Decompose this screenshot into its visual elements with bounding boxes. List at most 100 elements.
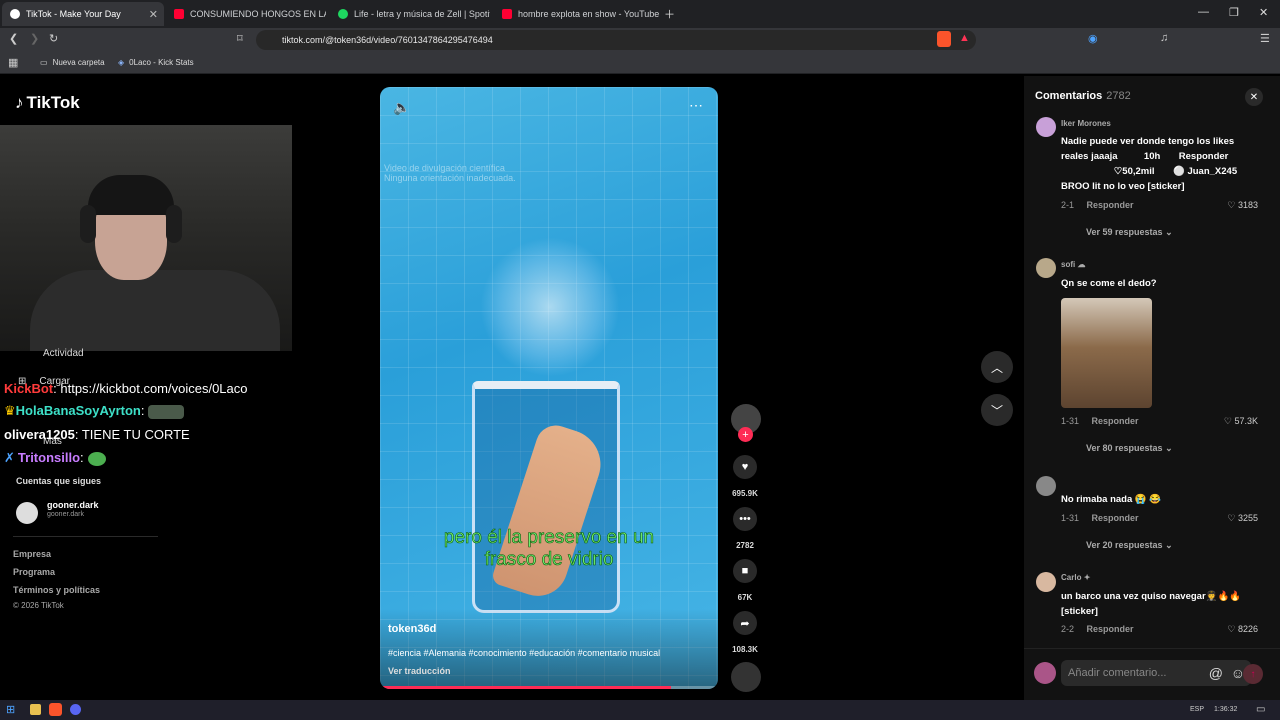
comment-like[interactable]: ♡ 3255 <box>1227 513 1258 524</box>
comment-input[interactable]: Añadir comentario... @ ☺ <box>1061 660 1251 686</box>
comment-like[interactable]: ♡ 3183 <box>1227 200 1258 211</box>
chat-message: ♛HolaBanaSoyAyrton: <box>4 403 185 419</box>
new-tab-icon[interactable]: ＋ <box>664 6 675 22</box>
comment-text-line: Qn se come el dedo? <box>1061 278 1157 289</box>
video-caption-line1: pero él la preservo en un <box>443 527 655 549</box>
reply-button[interactable]: Responder <box>1087 624 1134 634</box>
restore-icon[interactable]: ❐ <box>1229 6 1239 19</box>
share-button[interactable]: ➦ <box>733 611 757 635</box>
brave-rewards-icon[interactable]: ▲ <box>959 32 970 44</box>
back-icon[interactable]: ❮ <box>9 32 18 45</box>
send-button[interactable]: ↑ <box>1243 664 1263 684</box>
comment-text-line: Nadie puede ver donde tengo los likes <box>1061 136 1235 147</box>
comment-meta: 1-31 Responder <box>1061 513 1139 523</box>
bookmark-icon[interactable]: ⌑ <box>237 32 243 45</box>
streamer-webcam <box>0 125 292 351</box>
reply-button[interactable]: Responder <box>1087 200 1134 210</box>
footer-link-company[interactable]: Empresa <box>13 549 51 559</box>
tab-spotify[interactable]: Life - letra y música de Zell | Spotify <box>330 2 490 26</box>
previous-video-button[interactable]: ︿ <box>981 351 1013 383</box>
comment-like[interactable]: ♡ 8226 <box>1227 624 1258 635</box>
chat-separator: : <box>140 403 149 418</box>
pepe-emote-icon <box>87 451 106 466</box>
reply-button[interactable]: Responder <box>1092 513 1139 523</box>
url-field[interactable]: tiktok.com/@token36d/video/7601347864295… <box>256 30 976 50</box>
tab-youtube-1[interactable]: CONSUMIENDO HONGOS EN LAS SI <box>166 2 326 26</box>
close-tab-icon[interactable]: ✕ <box>149 8 158 21</box>
tab-tiktok[interactable]: TikTok - Make Your Day ✕ <box>2 2 164 26</box>
chevron-up-icon: ︿ <box>990 360 1003 375</box>
comment-username[interactable]: Carlo ✦ <box>1061 573 1090 582</box>
video-hashtags[interactable]: #ciencia #Alemania #conocimiento #educac… <box>388 648 660 658</box>
comment-username[interactable]: Iker Morones <box>1061 119 1111 128</box>
sidebar-item-activity[interactable]: Actividad <box>43 348 84 359</box>
clock[interactable]: 1:36:32 <box>1214 706 1237 713</box>
video-player[interactable]: Video de divulgación científica Ninguna … <box>380 87 718 689</box>
music-disc-icon[interactable] <box>731 662 761 692</box>
tab-title: Life - letra y música de Zell | Spotify <box>354 9 490 19</box>
brave-taskbar-icon[interactable] <box>49 703 62 716</box>
view-replies[interactable]: Ver 59 respuestas ⌄ <box>1086 227 1173 238</box>
view-replies-label: Ver 59 respuestas <box>1086 227 1163 237</box>
avatar[interactable] <box>1036 117 1056 137</box>
headphones-icon <box>80 205 96 243</box>
sound-icon[interactable]: ◉ <box>1088 32 1098 45</box>
video-progress-bar[interactable] <box>380 686 718 689</box>
copyright: © 2026 TikTok <box>13 601 64 610</box>
windows-start-icon[interactable]: ⊞ <box>6 703 15 716</box>
menu-icon[interactable]: ☰ <box>1260 32 1270 45</box>
file-explorer-icon[interactable] <box>30 704 41 715</box>
bookmark-folder[interactable]: ▭ Nueva carpeta <box>40 58 105 67</box>
kickstats-icon: ◈ <box>118 58 125 67</box>
save-button[interactable]: ■ <box>733 559 757 583</box>
avatar[interactable] <box>1036 476 1056 496</box>
footer-link-program[interactable]: Programa <box>13 567 55 577</box>
verified-icon: ✦ <box>1083 573 1091 582</box>
comment-username[interactable]: sofi ☁ <box>1061 260 1085 269</box>
media-icon[interactable]: ♫ <box>1160 32 1168 44</box>
discord-icon[interactable] <box>70 704 81 715</box>
forward-icon[interactable]: ❯ <box>30 32 39 45</box>
notifications-icon[interactable]: ▭ <box>1256 704 1265 715</box>
avatar[interactable] <box>1036 258 1056 278</box>
brave-shield-icon[interactable] <box>937 31 951 47</box>
bookmarks-bar: ▦ ▭ Nueva carpeta ◈ 0Laco - Kick Stats <box>0 52 1280 74</box>
comment-like[interactable]: ♡ 57.3K <box>1224 416 1258 427</box>
username-text: sofi <box>1061 260 1076 269</box>
view-replies[interactable]: Ver 20 respuestas ⌄ <box>1086 540 1173 551</box>
volume-icon[interactable]: 🔈 <box>393 99 410 116</box>
comment-like-count: 57.3K <box>1234 416 1258 426</box>
follow-plus-icon[interactable]: + <box>738 427 753 442</box>
translate-link[interactable]: Ver traducción <box>388 666 451 676</box>
next-video-button[interactable]: ﹀ <box>981 394 1013 426</box>
apps-grid-icon[interactable]: ▦ <box>8 56 18 69</box>
avatar[interactable] <box>1036 572 1056 592</box>
close-window-icon[interactable]: ✕ <box>1259 6 1268 19</box>
reply-button[interactable]: Responder <box>1092 416 1139 426</box>
comment-text-line: un barco una vez quiso navegar🧑‍✈️🔥🔥 <box>1061 591 1242 602</box>
close-comments-icon[interactable]: ✕ <box>1245 88 1263 106</box>
more-options-icon[interactable]: ⋯ <box>689 97 704 114</box>
tab-youtube-2[interactable]: hombre explota en show - YouTube <box>494 2 659 26</box>
comment-image-dog[interactable] <box>1061 298 1152 408</box>
comments-panel: Comentarios 2782 ✕ Iker Morones Nadie pue… <box>1024 76 1280 700</box>
like-button[interactable]: ♥ <box>733 455 757 479</box>
tab-title: TikTok - Make Your Day <box>26 9 121 19</box>
mention-icon[interactable]: @ <box>1209 665 1223 681</box>
bookmark-kickstats[interactable]: ◈ 0Laco - Kick Stats <box>118 58 194 67</box>
minimize-icon[interactable]: — <box>1198 6 1209 18</box>
tab-title: CONSUMIENDO HONGOS EN LAS SI <box>190 9 326 19</box>
view-replies-label: Ver 80 respuestas <box>1086 443 1163 453</box>
comment-icon: ••• <box>739 513 751 525</box>
video-author[interactable]: token36d <box>388 623 436 635</box>
reload-icon[interactable]: ↻ <box>49 32 58 45</box>
tiktok-logo[interactable]: ♪ TikTok <box>15 93 80 113</box>
windows-taskbar: ⊞ ESP 1:36:32 ▭ <box>0 700 1280 720</box>
language-indicator[interactable]: ESP <box>1190 706 1204 713</box>
comment-text-line: reales jaaaja 10h Responder <box>1061 151 1229 162</box>
comment-button[interactable]: ••• <box>733 507 757 531</box>
account-handle: gooner.dark <box>47 511 84 518</box>
view-replies[interactable]: Ver 80 respuestas ⌄ <box>1086 443 1173 454</box>
footer-link-terms[interactable]: Términos y políticas <box>13 585 100 595</box>
logo-text: TikTok <box>26 93 80 112</box>
